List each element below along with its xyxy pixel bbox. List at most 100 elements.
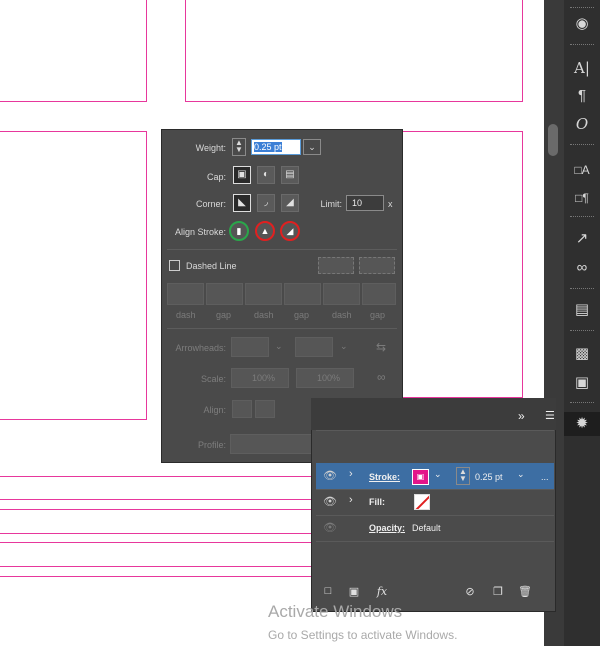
arrowheads-label: Arrowheads: xyxy=(175,343,226,353)
gap-caption: gap xyxy=(216,310,232,320)
divider xyxy=(316,515,554,516)
clear-appearance-icon[interactable]: ⊘ xyxy=(463,585,477,598)
preserve-dash-button[interactable] xyxy=(318,257,354,274)
vertical-scrollbar-thumb[interactable] xyxy=(548,124,558,156)
divider xyxy=(167,328,397,329)
chevron-down-icon[interactable]: ⌄ xyxy=(434,469,442,480)
weight-dropdown[interactable]: ⌄ xyxy=(303,139,321,155)
character-icon[interactable]: A| xyxy=(564,56,600,80)
export-icon[interactable]: ↗ xyxy=(564,227,600,251)
links-icon[interactable]: ∞ xyxy=(564,256,600,280)
opacity-value: Default xyxy=(412,523,441,533)
divider xyxy=(316,489,554,490)
place-arrow-tip-button[interactable] xyxy=(255,400,275,418)
visibility-eye-icon[interactable]: 👁 xyxy=(323,521,337,535)
gap-field-3[interactable] xyxy=(362,283,396,305)
align-dashes-button[interactable] xyxy=(359,257,395,274)
fill-none-swatch[interactable] xyxy=(414,494,430,510)
limit-input[interactable]: 10 xyxy=(346,195,384,211)
add-new-stroke-icon[interactable]: □ xyxy=(321,585,335,597)
weight-input[interactable]: 0.25 pt xyxy=(251,139,301,155)
artboards-icon[interactable]: ▩ xyxy=(564,342,600,366)
add-new-effect-icon[interactable]: fx xyxy=(375,585,389,598)
chevron-down-icon[interactable]: ⌄ xyxy=(340,341,348,352)
extend-arrow-tip-button[interactable] xyxy=(232,400,252,418)
start-scale-value: 100% xyxy=(252,373,276,383)
dash-field-3[interactable] xyxy=(323,283,360,305)
link-scale-icon[interactable]: ∞ xyxy=(377,370,386,384)
paragraph-icon[interactable]: ¶ xyxy=(564,84,600,108)
artboard-right-edge xyxy=(522,131,523,399)
miter-join-button[interactable]: ◣ xyxy=(233,194,251,212)
bevel-join-button[interactable]: ◢ xyxy=(281,194,299,212)
round-cap-button[interactable]: ◐ xyxy=(257,166,275,184)
guide-line xyxy=(0,533,311,534)
stroke-weight-stepper[interactable]: ▲ ▼ xyxy=(456,467,470,485)
end-scale-value: 100% xyxy=(317,373,341,383)
weight-stepper[interactable]: ▲ ▼ xyxy=(232,138,246,156)
stroke-weight-value[interactable]: 0.25 pt xyxy=(475,472,503,482)
opacity-label[interactable]: Opacity: xyxy=(369,523,405,533)
visibility-eye-icon[interactable]: 👁 xyxy=(323,495,337,509)
visibility-eye-icon[interactable]: 👁 xyxy=(323,469,337,483)
activate-windows-title: Activate Windows xyxy=(268,602,403,621)
align-stroke-inside-button[interactable]: ▲ xyxy=(255,221,275,241)
gap-field-2[interactable] xyxy=(284,283,321,305)
align-stroke-label: Align Stroke: xyxy=(174,227,226,237)
limit-unit: x xyxy=(388,199,393,209)
asset-export-icon[interactable]: ▤ xyxy=(564,298,600,322)
dock-grip xyxy=(570,216,594,219)
stroke-color-swatch[interactable]: ▣ xyxy=(412,469,429,485)
dock-grip xyxy=(570,330,594,333)
dash-field-2[interactable] xyxy=(245,283,282,305)
character-styles-icon[interactable]: □A xyxy=(564,158,600,182)
chevron-down-icon[interactable]: ⌄ xyxy=(517,469,525,480)
round-join-button[interactable]: ◞ xyxy=(257,194,275,212)
end-arrowhead-select[interactable] xyxy=(295,337,333,357)
add-new-fill-icon[interactable]: ▣ xyxy=(347,585,361,598)
gap-caption: gap xyxy=(294,310,310,320)
projecting-cap-button[interactable]: ▤ xyxy=(281,166,299,184)
artboard-middle-left xyxy=(0,131,147,420)
expand-fill-icon[interactable]: › xyxy=(349,494,353,506)
appearance-icon[interactable]: ✹ xyxy=(564,412,600,436)
duplicate-item-icon[interactable]: ❐ xyxy=(491,585,505,598)
stroke-label[interactable]: Stroke: xyxy=(369,472,400,482)
align-stroke-center-button[interactable]: ▮ xyxy=(229,221,249,241)
dash-field-1[interactable] xyxy=(167,283,204,305)
paragraph-styles-icon[interactable]: □¶ xyxy=(564,186,600,210)
guide-line xyxy=(0,476,311,477)
limit-label: Limit: xyxy=(320,199,342,209)
start-arrowhead-select[interactable] xyxy=(231,337,269,357)
creative-cloud-libraries-icon[interactable]: ◉ xyxy=(564,12,600,36)
scale-label: Scale: xyxy=(200,374,226,384)
gap-field-1[interactable] xyxy=(206,283,243,305)
expand-stroke-icon[interactable]: › xyxy=(349,468,353,480)
fill-label[interactable]: Fill: xyxy=(369,497,385,507)
dashed-line-checkbox[interactable] xyxy=(169,260,180,271)
align-stroke-outside-button[interactable]: ◢ xyxy=(280,221,300,241)
weight-value: 0.25 pt xyxy=(254,142,282,152)
guide-line xyxy=(0,566,311,567)
transform-icon[interactable]: ▣ xyxy=(564,371,600,395)
swap-arrowheads-icon[interactable]: ⇆ xyxy=(376,340,386,354)
guide-line xyxy=(0,499,311,500)
butt-cap-button[interactable]: ▣ xyxy=(233,166,251,184)
divider xyxy=(316,541,554,542)
delete-item-icon[interactable]: 🗑 xyxy=(518,585,532,598)
more-options-icon[interactable]: ... xyxy=(541,472,549,482)
guide-line xyxy=(0,576,311,577)
activate-windows-subtitle: Go to Settings to activate Windows. xyxy=(268,628,458,642)
dash-caption: dash xyxy=(254,310,274,320)
collapse-panel-icon[interactable]: » xyxy=(518,409,525,423)
guide-line xyxy=(0,509,311,510)
chevron-down-icon[interactable]: ⌄ xyxy=(275,341,283,352)
panel-menu-icon[interactable]: ☰ xyxy=(545,409,555,422)
profile-label: Profile: xyxy=(197,440,226,450)
gap-caption: gap xyxy=(370,310,386,320)
guide-line xyxy=(0,542,311,543)
dock-grip xyxy=(570,144,594,147)
opentype-icon[interactable]: O xyxy=(564,112,600,136)
align-label: Align: xyxy=(203,405,226,415)
cap-label: Cap: xyxy=(206,172,226,182)
